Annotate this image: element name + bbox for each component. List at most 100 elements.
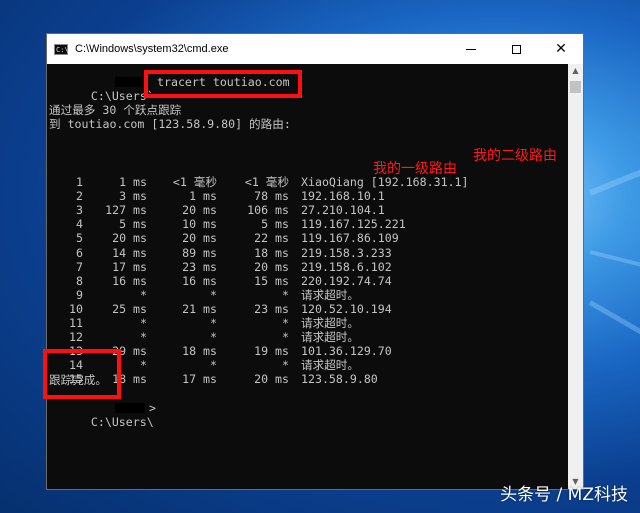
prompt-line: C:\Users` tracert toutiao.com xyxy=(49,75,290,103)
minimize-icon xyxy=(466,48,476,50)
hop-time-3: 19 ms xyxy=(254,344,289,359)
hop-time-3: * xyxy=(282,358,289,373)
hop-time-1: * xyxy=(140,316,147,330)
hop-host: 119.167.125.221 xyxy=(301,217,406,232)
hop-time-1: * xyxy=(140,287,147,302)
close-icon: ✕ xyxy=(555,41,567,57)
hop-time-3: 20 ms xyxy=(254,372,289,387)
hop-time-2: * xyxy=(210,287,217,302)
hop-time-3: 5 ms xyxy=(261,217,289,232)
hop-time-2: * xyxy=(210,316,217,330)
hop-time-3: <1 毫秒 xyxy=(244,175,289,189)
hop-time-2: 16 ms xyxy=(182,273,217,288)
hop-time-1: 5 ms xyxy=(119,217,147,232)
hop-number: 14 xyxy=(69,358,83,373)
desktop-light-ray xyxy=(588,300,640,350)
hop-time-2: <1 毫秒 xyxy=(172,175,217,189)
hop-time-3: 22 ms xyxy=(254,231,289,246)
hop-number: 4 xyxy=(76,217,83,232)
hop-number: 10 xyxy=(69,301,83,316)
hop-time-1: 127 ms xyxy=(105,203,147,218)
console-output[interactable]: C:\Users` tracert toutiao.com 通过最多 30 个跃… xyxy=(47,64,569,489)
hop-time-1: 3 ms xyxy=(119,189,147,204)
hop-time-2: 21 ms xyxy=(182,301,217,316)
hop-time-1: 1 ms xyxy=(119,175,147,189)
hop-time-2: 10 ms xyxy=(182,217,217,232)
desktop-light-ray xyxy=(588,156,640,196)
hop-host: 请求超时。 xyxy=(301,358,359,373)
hop-host: 请求超时。 xyxy=(301,287,359,302)
hop-host: 请求超时。 xyxy=(301,330,359,345)
hop-time-1: * xyxy=(140,358,147,373)
hop-host: 27.210.104.1 xyxy=(301,203,385,218)
hop-host: 请求超时。 xyxy=(301,316,359,330)
cmd-window[interactable]: C:\ C:\Windows\system32\cmd.exe ✕ C:\Use… xyxy=(46,33,584,490)
second-router-annotation: 我的二级路由 xyxy=(473,148,557,164)
hop-time-2: * xyxy=(210,358,217,373)
hop-time-3: 20 ms xyxy=(254,259,289,274)
hop-time-1: 25 ms xyxy=(112,301,147,316)
hop-time-1: * xyxy=(140,330,147,345)
redacted-username xyxy=(115,77,149,87)
watermark: 头条号 / MZ科技 xyxy=(500,485,628,505)
hop-time-3: 106 ms xyxy=(247,203,289,218)
scroll-thumb[interactable] xyxy=(570,81,581,93)
hop-number: 12 xyxy=(69,330,83,345)
hop-number: 9 xyxy=(76,287,83,302)
hop-number: 1 xyxy=(76,175,83,189)
prompt-suffix: > xyxy=(149,401,156,415)
hop-time-2: 23 ms xyxy=(182,259,217,274)
hop-time-3: * xyxy=(282,330,289,345)
desktop-light-ray xyxy=(589,250,640,276)
hop-time-2: 20 ms xyxy=(182,231,217,246)
command-text: tracert toutiao.com xyxy=(157,75,290,89)
hop-time-1: 17 ms xyxy=(112,259,147,274)
hop-host: 101.36.129.70 xyxy=(301,344,392,359)
hop-number: 3 xyxy=(76,203,83,218)
hop-time-2: 1 ms xyxy=(189,189,217,204)
hop-time-1: 29 ms xyxy=(112,344,147,359)
hop-time-3: 18 ms xyxy=(254,245,289,260)
hop-host: 123.58.9.80 xyxy=(301,372,378,387)
maximize-button[interactable] xyxy=(494,34,538,64)
hop-number: 5 xyxy=(76,231,83,246)
prompt-prefix: C:\Users\ xyxy=(90,415,154,429)
hop-time-1: 16 ms xyxy=(112,273,147,288)
scroll-up-button[interactable]: ▲ xyxy=(568,64,583,78)
hop-time-2: * xyxy=(210,330,217,345)
hop-host: 220.192.74.74 xyxy=(301,273,392,288)
hop-time-3: * xyxy=(282,316,289,330)
hop-number: 13 xyxy=(69,344,83,359)
hop-time-2: 89 ms xyxy=(182,245,217,260)
hop-time-1: 20 ms xyxy=(112,231,147,246)
hop-time-2: 20 ms xyxy=(182,203,217,218)
hop-host: 219.158.6.102 xyxy=(301,259,392,274)
hop-host: 120.52.10.194 xyxy=(301,301,392,316)
hop-number: 8 xyxy=(76,273,83,288)
trace-header-line2: 到 toutiao.com [123.58.9.80] 的路由: xyxy=(49,117,291,131)
hop-time-3: 23 ms xyxy=(254,301,289,316)
close-button[interactable]: ✕ xyxy=(539,34,583,64)
redacted-username xyxy=(115,403,145,413)
hop-number: 2 xyxy=(76,189,83,204)
title-bar[interactable]: C:\ C:\Windows\system32\cmd.exe ✕ xyxy=(47,34,583,64)
vertical-scrollbar[interactable]: ▲ ▼ xyxy=(568,64,583,489)
hop-number: 7 xyxy=(76,259,83,274)
cmd-app-icon: C:\ xyxy=(54,43,69,55)
trace-header-line1: 通过最多 30 个跃点跟踪 xyxy=(49,103,182,117)
hop-time-3: * xyxy=(282,287,289,302)
hop-time-3: 78 ms xyxy=(254,189,289,204)
maximize-icon xyxy=(511,44,521,54)
trace-complete-line: 跟踪完成。 xyxy=(49,373,107,387)
hop-time-1: 14 ms xyxy=(112,245,147,260)
window-title: C:\Windows\system32\cmd.exe xyxy=(75,43,229,55)
hop-host: 192.168.10.1 xyxy=(301,189,385,204)
hop-time-2: 17 ms xyxy=(182,372,217,387)
hop-number: 6 xyxy=(76,245,83,260)
hop-time-2: 18 ms xyxy=(182,344,217,359)
minimize-button[interactable] xyxy=(449,34,493,64)
hop-host: 119.167.86.109 xyxy=(301,231,399,246)
hop-time-3: 15 ms xyxy=(254,273,289,288)
first-router-annotation: 我的一级路由 xyxy=(373,161,457,177)
prompt-prefix: C:\Users` xyxy=(90,89,154,103)
